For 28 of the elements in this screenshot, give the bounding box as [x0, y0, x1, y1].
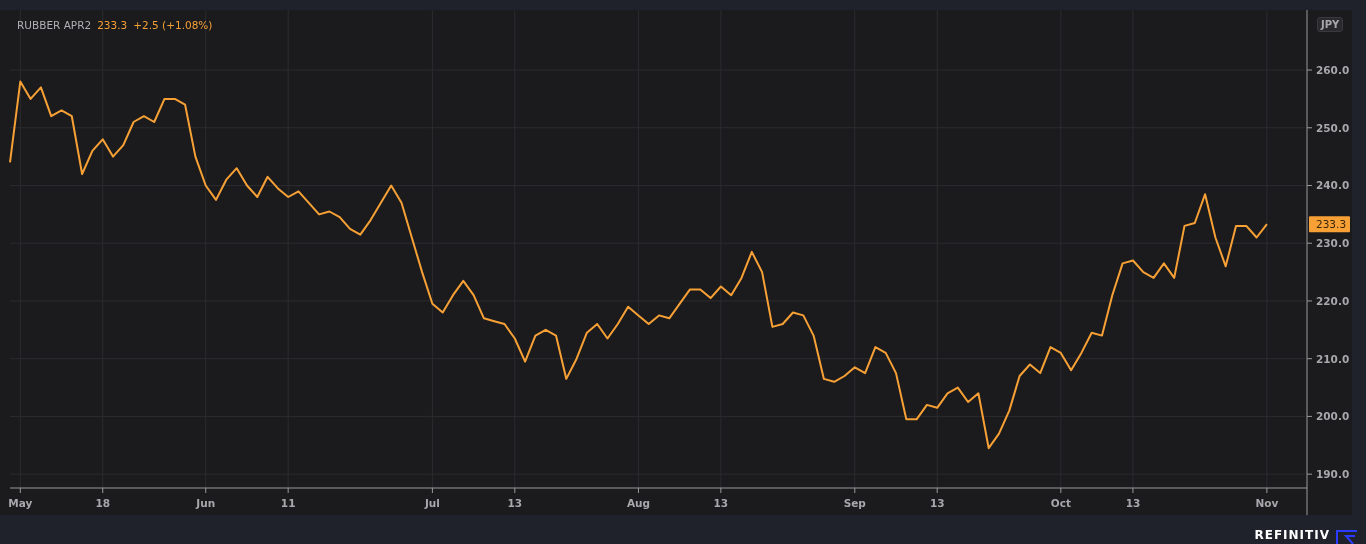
y-axis-label: 190.0 [1316, 468, 1350, 481]
x-axis-label: Aug [626, 497, 650, 509]
y-axis-label: 260.0 [1316, 64, 1350, 77]
y-axis-label: 220.0 [1316, 294, 1350, 307]
x-axis-label: Sep [843, 497, 866, 509]
price-change: +2.5 (+1.08%) [133, 19, 213, 31]
x-axis-label: Jul [424, 497, 440, 509]
symbol-label: RUBBER APR2 [17, 19, 92, 31]
x-axis-label: Nov [1255, 497, 1279, 509]
brand-name: REFINITIV [1254, 528, 1330, 542]
x-axis-label: May [8, 497, 33, 509]
x-axis-label: 13 [1125, 497, 1141, 509]
brand-logo-icon [1336, 530, 1358, 544]
y-axis-label: 200.0 [1316, 410, 1350, 423]
price-tag: 233.3 [1309, 216, 1350, 233]
x-axis-label: 13 [929, 497, 945, 509]
x-axis-label: 13 [507, 497, 523, 509]
y-axis-label: 250.0 [1316, 121, 1350, 134]
y-axis-label: 230.0 [1316, 237, 1350, 250]
y-axis-label: 240.0 [1316, 179, 1350, 192]
x-axis-label: Jun [196, 497, 216, 509]
y-axis-label: 210.0 [1316, 352, 1350, 365]
x-axis-label: 18 [95, 497, 111, 509]
x-axis-label: Oct [1050, 497, 1071, 509]
x-axis-label: 11 [280, 497, 296, 509]
last-price: 233.3 [97, 19, 128, 31]
currency-badge[interactable]: JPY [1317, 17, 1344, 32]
x-axis-label: 13 [713, 497, 729, 509]
